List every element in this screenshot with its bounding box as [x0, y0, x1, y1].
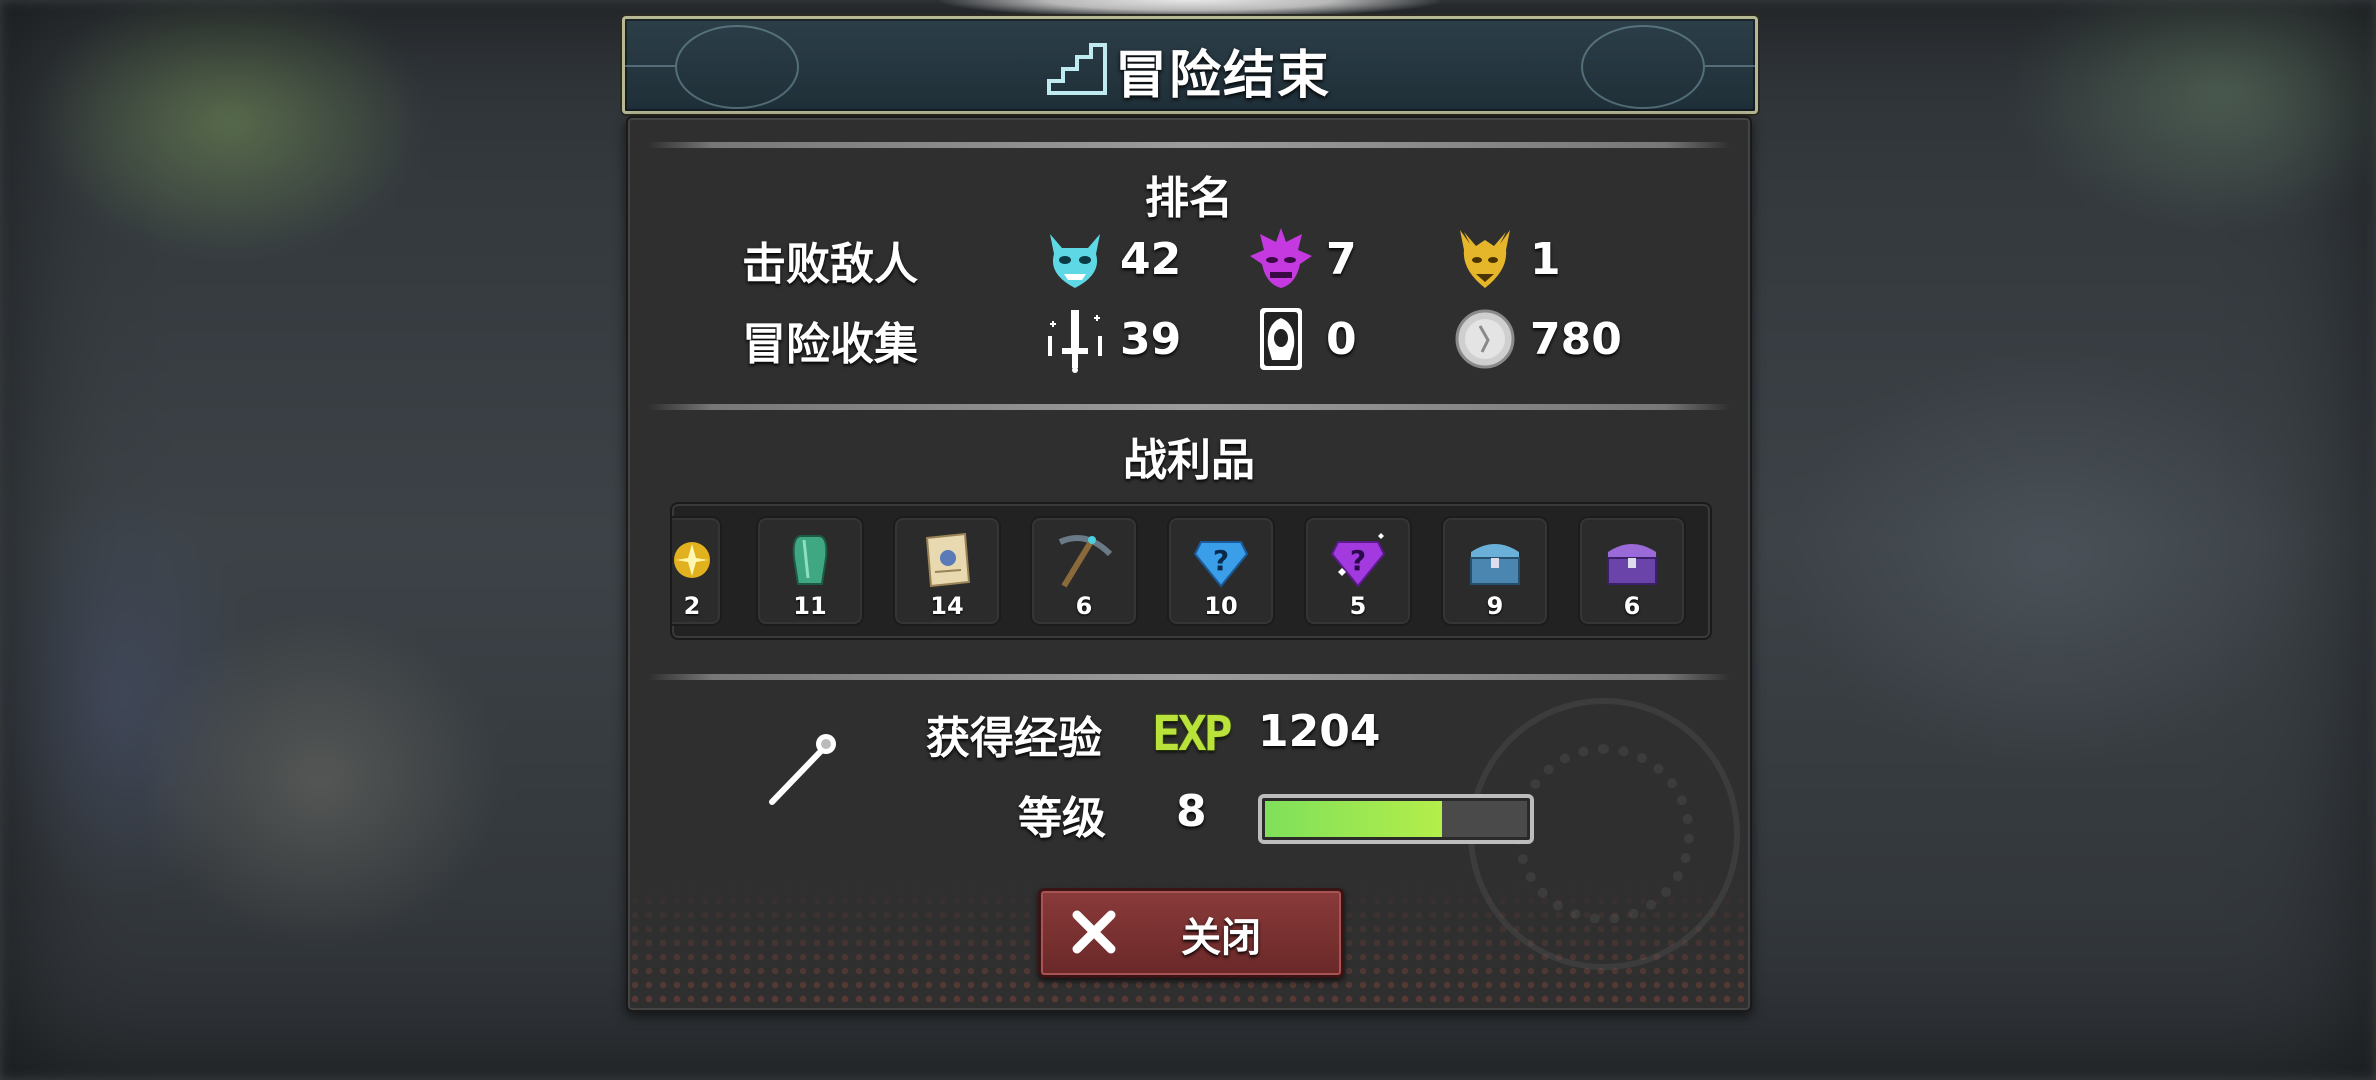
- result-panel: 排名 击败敌人 冒险收集 42 7 1 39 0 780 战利品 2 11 14…: [626, 116, 1752, 1012]
- cyan-oni-mask-icon: [1050, 234, 1100, 288]
- sword-sparkle-icon: [1048, 310, 1102, 373]
- stat-collect-coin: 780: [1450, 304, 1622, 374]
- title-deco-line: [1705, 65, 1755, 67]
- loot-count: 9: [1486, 592, 1504, 620]
- exp-progress-fill: [1265, 801, 1442, 837]
- stat-defeat-normal: 42: [1040, 224, 1181, 294]
- title-bar: 冒险结束: [622, 16, 1758, 114]
- loot-item[interactable]: 6: [1030, 516, 1138, 626]
- ranking-heading: 排名: [1145, 173, 1233, 224]
- title-deco-left: [675, 25, 799, 109]
- stat-value: 780: [1530, 313, 1622, 365]
- loot-item[interactable]: 11: [756, 516, 864, 626]
- staff-icon: [769, 734, 836, 805]
- loot-item[interactable]: ? 5: [1304, 516, 1412, 626]
- purple-demon-mask-icon: [1250, 228, 1312, 288]
- stat-defeat-elite: 7: [1246, 224, 1357, 294]
- level-label: 等级: [1018, 793, 1106, 844]
- exp-label: 获得经验: [926, 713, 1102, 764]
- divider: [648, 142, 1730, 148]
- collect-label: 冒险收集: [742, 319, 918, 370]
- stat-value: 0: [1326, 313, 1357, 365]
- stat-collect-treasure: 39: [1040, 304, 1181, 374]
- loot-count: 5: [1349, 592, 1367, 620]
- stat-defeat-boss: 1: [1450, 224, 1561, 294]
- loot-item[interactable]: 6: [1578, 516, 1686, 626]
- divider: [648, 404, 1730, 410]
- green-crystal-icon: [792, 535, 828, 585]
- page-title: 冒险结束: [1115, 46, 1332, 106]
- divider: [648, 674, 1730, 680]
- loot-count: 6: [1623, 592, 1641, 620]
- silver-coin-icon: [1455, 309, 1515, 369]
- loot-count: 11: [793, 592, 827, 620]
- loot-list[interactable]: 2 11 14 6 ? 10 ? 5 9 6: [670, 502, 1712, 640]
- loot-count: 6: [1075, 592, 1093, 620]
- scroll-icon: [925, 532, 971, 588]
- exp-badge: EXP: [1152, 706, 1233, 762]
- purple-chest-icon: [1607, 544, 1657, 585]
- loot-item[interactable]: 9: [1441, 516, 1549, 626]
- hooded-figure-card-icon: [1260, 308, 1302, 370]
- blue-chest-icon: [1470, 544, 1520, 585]
- close-button[interactable]: 关闭: [1038, 888, 1344, 978]
- loot-item[interactable]: 14: [893, 516, 1001, 626]
- close-icon: [1072, 910, 1116, 954]
- svg-text:?: ?: [1213, 544, 1229, 577]
- stat-value: 42: [1120, 233, 1182, 285]
- loot-item[interactable]: ? 10: [1167, 516, 1275, 626]
- blue-mystery-gem-icon: ?: [1193, 541, 1249, 588]
- defeat-label: 击败敌人: [742, 239, 918, 290]
- level-value: 8: [1176, 786, 1207, 837]
- loot-heading: 战利品: [1123, 435, 1255, 486]
- pickaxe-icon: [1058, 535, 1113, 588]
- stat-value: 1: [1530, 233, 1561, 285]
- stat-collect-card: 0: [1246, 304, 1357, 374]
- svg-text:?: ?: [1350, 544, 1366, 577]
- loot-count: 10: [1204, 592, 1238, 620]
- loot-count: 14: [930, 592, 964, 620]
- gold-dragon-head-icon: [1460, 230, 1510, 288]
- title-deco-line: [625, 65, 675, 67]
- loot-count: 2: [683, 592, 701, 620]
- stat-value: 39: [1120, 313, 1182, 365]
- stairs-icon: [1047, 43, 1107, 95]
- gold-emblem-icon: [674, 542, 710, 578]
- close-button-label: 关闭: [1181, 915, 1261, 961]
- exp-progress-bar: [1258, 794, 1534, 844]
- purple-mystery-gem-icon: ?: [1330, 533, 1386, 588]
- title-deco-right: [1581, 25, 1705, 109]
- stat-value: 7: [1326, 233, 1357, 285]
- loot-item[interactable]: 2: [672, 516, 722, 626]
- exp-value: 1204: [1258, 706, 1381, 757]
